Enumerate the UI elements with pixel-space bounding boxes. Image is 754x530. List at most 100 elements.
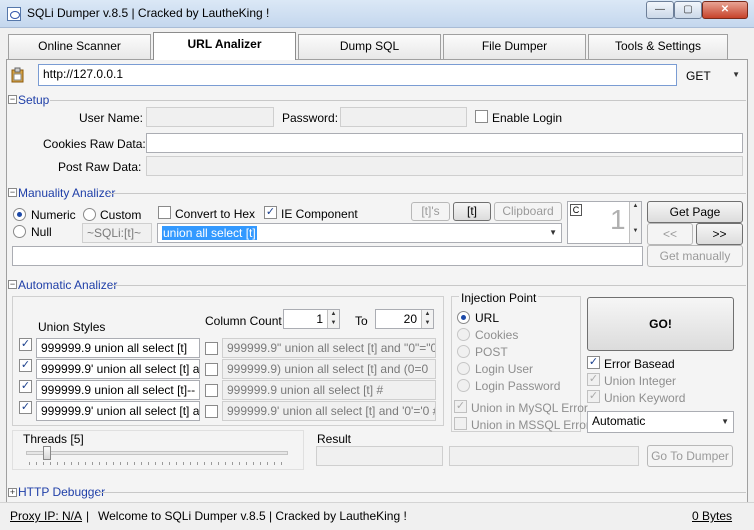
null-radio[interactable] — [13, 225, 26, 238]
style-left-checkbox[interactable]: ✓ — [19, 401, 32, 414]
manual-collapse-toggle[interactable]: − — [8, 188, 17, 197]
automatic-divider — [112, 285, 746, 286]
threads-slider-track[interactable] — [26, 451, 288, 455]
post-input[interactable] — [146, 156, 743, 176]
tab-online-scanner[interactable]: Online Scanner — [8, 34, 151, 59]
setup-collapse-toggle[interactable]: − — [8, 95, 17, 104]
style-left-input[interactable]: 999999.9 union all select [t]-- — [36, 380, 200, 400]
method-select[interactable]: GET ▼ — [682, 64, 744, 86]
style-right-input[interactable]: 999999.9' union all select [t] and '0'='… — [222, 401, 436, 421]
column-to-input[interactable]: 20 ▲ ▼ — [375, 309, 434, 329]
clipboard-button[interactable]: Clipboard — [494, 202, 562, 221]
chevron-down-icon: ▼ — [732, 70, 740, 79]
counter-box: C 1 ▲ ▼ — [567, 201, 642, 244]
style-left-checkbox[interactable]: ✓ — [19, 380, 32, 393]
next-button[interactable]: >> — [696, 223, 743, 245]
inj-cookies-radio[interactable] — [457, 328, 470, 341]
ie-component-checkbox[interactable]: ✓ — [264, 206, 277, 219]
close-button[interactable]: ✕ — [702, 1, 748, 19]
style-left-input[interactable]: 999999.9' union all select [t] and — [36, 401, 200, 421]
proxy-status[interactable]: Proxy IP: N/A — [10, 509, 82, 523]
get-page-button[interactable]: Get Page — [647, 201, 743, 223]
maximize-button[interactable]: ▢ — [674, 1, 702, 19]
minimize-button[interactable]: — — [646, 1, 674, 19]
post-label: Post Raw Data: — [58, 160, 142, 174]
tab-tools-settings[interactable]: Tools & Settings — [588, 34, 728, 59]
go-button[interactable]: GO! — [587, 297, 734, 351]
to-label: To — [355, 314, 368, 328]
style-left-input[interactable]: 999999.9' union all select [t] and — [36, 359, 200, 379]
style-left-checkbox[interactable]: ✓ — [19, 359, 32, 372]
chevron-down-icon: ▼ — [721, 417, 729, 426]
column-to-spinner[interactable]: ▲ ▼ — [421, 310, 433, 328]
result-field-b[interactable] — [449, 446, 639, 466]
inj-login-user-radio[interactable] — [457, 362, 470, 375]
inj-login-password-radio[interactable] — [457, 379, 470, 392]
spin-up-icon[interactable]: ▲ — [422, 310, 433, 319]
http-debugger-divider — [98, 492, 746, 493]
enable-login-checkbox[interactable] — [475, 110, 488, 123]
style-right-checkbox[interactable] — [205, 342, 218, 355]
style-right-input[interactable]: 999999.9 union all select [t] # — [222, 380, 436, 400]
numeric-label: Numeric — [31, 208, 76, 222]
manual-group-title: Manuality Analizer — [18, 186, 116, 200]
threads-slider-thumb[interactable] — [43, 446, 51, 460]
union-mysql-checkbox[interactable]: ✓ — [454, 400, 467, 413]
chevron-down-icon: ▼ — [549, 228, 557, 237]
spin-down-icon[interactable]: ▼ — [630, 227, 641, 236]
column-count-label: Column Count — [205, 314, 282, 328]
password-input[interactable] — [340, 107, 467, 127]
union-integer-checkbox[interactable]: ✓ — [587, 373, 600, 386]
http-debugger-expand-toggle[interactable]: + — [8, 488, 17, 497]
column-from-input[interactable]: 1 ▲ ▼ — [283, 309, 340, 329]
custom-value-input[interactable]: ~SQLi:[t]~ — [82, 223, 152, 243]
numeric-radio[interactable] — [13, 208, 26, 221]
automatic-collapse-toggle[interactable]: − — [8, 280, 17, 289]
error-based-checkbox[interactable]: ✓ — [587, 356, 600, 369]
tab-url-analizer[interactable]: URL Analizer — [153, 32, 296, 60]
tab-file-dumper[interactable]: File Dumper — [443, 34, 586, 59]
style-right-checkbox[interactable] — [205, 363, 218, 376]
method-value: GET — [686, 69, 711, 83]
column-to-value: 20 — [403, 312, 417, 326]
style-left-input[interactable]: 999999.9 union all select [t] — [36, 338, 200, 358]
union-query-select[interactable]: union all select [t] ▼ — [157, 223, 562, 243]
prev-button[interactable]: << — [647, 223, 693, 245]
union-styles-label: Union Styles — [38, 320, 106, 334]
column-from-value: 1 — [316, 312, 323, 326]
convert-hex-checkbox[interactable] — [158, 206, 171, 219]
ts-button[interactable]: [t]'s — [411, 202, 450, 221]
column-from-spinner[interactable]: ▲ ▼ — [327, 310, 339, 328]
spin-down-icon[interactable]: ▼ — [422, 319, 433, 328]
style-right-input[interactable]: 999999.9" union all select [t] and "0"="… — [222, 338, 436, 358]
style-right-checkbox[interactable] — [205, 384, 218, 397]
spin-up-icon[interactable]: ▲ — [630, 202, 641, 211]
cookies-input[interactable] — [146, 133, 743, 153]
union-mssql-checkbox[interactable] — [454, 417, 467, 430]
style-right-input[interactable]: 999999.9) union all select [t] and (0=0 — [222, 359, 436, 379]
t-button[interactable]: [t] — [453, 202, 491, 221]
union-integer-label: Union Integer — [604, 374, 677, 388]
error-based-label: Error Basead — [604, 357, 675, 371]
user-name-input[interactable] — [146, 107, 274, 127]
mode-value: Automatic — [592, 414, 646, 428]
spin-down-icon[interactable]: ▼ — [328, 319, 339, 328]
go-to-dumper-button[interactable]: Go To Dumper — [647, 445, 733, 467]
inj-login-user-label: Login User — [475, 362, 534, 376]
get-manually-button[interactable]: Get manually — [647, 245, 743, 267]
threads-label: Threads [5] — [23, 432, 84, 446]
inj-post-radio[interactable] — [457, 345, 470, 358]
counter-spinner[interactable]: ▲ ▼ — [629, 202, 641, 243]
custom-radio[interactable] — [83, 208, 96, 221]
style-right-checkbox[interactable] — [205, 405, 218, 418]
tab-dump-sql[interactable]: Dump SQL — [298, 34, 441, 59]
mode-select[interactable]: Automatic ▼ — [587, 411, 734, 433]
spin-up-icon[interactable]: ▲ — [328, 310, 339, 319]
union-keyword-checkbox[interactable]: ✓ — [587, 390, 600, 403]
result-field-a[interactable] — [316, 446, 443, 466]
url-input[interactable]: http://127.0.0.1 — [38, 64, 677, 86]
clipboard-icon[interactable] — [10, 67, 26, 83]
style-left-checkbox[interactable]: ✓ — [19, 338, 32, 351]
inj-url-radio[interactable] — [457, 311, 470, 324]
manual-response-field[interactable] — [12, 246, 643, 266]
